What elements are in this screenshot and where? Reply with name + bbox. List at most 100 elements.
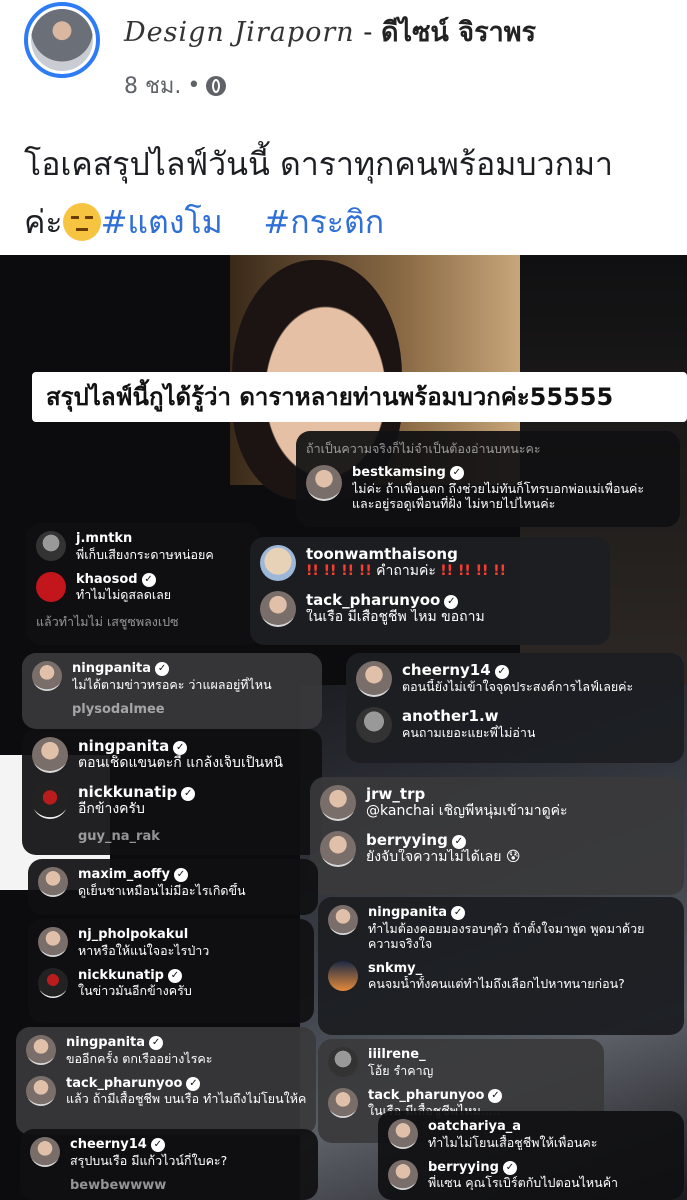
comment-card: ningpanita ✓ ไม่ได้ตามข่าวหรอคะ ว่าแผลอยู่…: [22, 653, 322, 729]
comment-text: ความจริงใจ: [368, 935, 433, 951]
comment-text: และอยู่รอดูเพื่อนที่ฝั่ง ไม่หายไปไหนค่ะ: [352, 495, 556, 511]
commenter-username: j.mntkn: [76, 531, 133, 546]
comment-row: ningpanita ✓ ขออีกครั้ง ตกเรืออย่างไรคะ: [26, 1035, 306, 1066]
comment-text: ในเรือ มีเสื้อชูชีพ ไหม ขอถาม: [306, 609, 485, 625]
comment-text: ไม่ได้ตามข่าวหรอคะ ว่าแผลอยู่ที่ไหน: [72, 676, 272, 692]
verified-icon: ✓: [155, 662, 170, 676]
comment-text: สรุปบนเรือ มีแก้วไวน์กี่ใบคะ?: [70, 1152, 228, 1168]
hashtag-link[interactable]: #แตงโม: [101, 203, 223, 241]
commenter-username: bestkamsing ✓: [352, 465, 644, 481]
comment-row: cheerny14 ✓ ตอนนี้ยังไม่เข้าใจจุดประสงค์กา…: [356, 661, 674, 697]
comment-card: maxim_aoffy ✓ ดูเย็นชาเหมือนไม่มีอะไรเกิดข…: [28, 859, 318, 915]
verified-icon: ✓: [181, 787, 196, 801]
commenter-avatar: [328, 1087, 358, 1118]
comment-card: ningpanita ✓ ตอนเช็ดแขนตะกี้ แกล้งเจ็บเป็น…: [22, 729, 322, 855]
commenter-username: ningpanita ✓: [368, 905, 644, 921]
unamused-face-emoji-icon: [62, 203, 101, 241]
comment-text: ถ้าเป็นความจริงก็ไม่จำเป็นต้องอ่านบทนะคะ: [306, 441, 541, 456]
commenter-username: bewbewwww: [70, 1177, 167, 1193]
comment-text: ในข่าวมันอีกข้างครับ: [78, 983, 192, 999]
commenter-username: tack_pharunyoo ✓: [306, 591, 485, 609]
commenter-username: ningpanita ✓: [78, 737, 283, 755]
post-image[interactable]: สรุปไลฟ์นี้กูได้รู้ว่า ดาราหลายท่านพร้อม…: [0, 255, 687, 1200]
comment-row: maxim_aoffy ✓ ดูเย็นชาเหมือนไม่มีอะไรเกิดข…: [38, 867, 308, 898]
comment-text: ตอนเช็ดแขนตะกี้ แกล้งเจ็บเป็นหนิ: [78, 755, 283, 771]
comment-row: bestkamsing ✓ ไม่ค่ะ ถ้าเพื่อนตก ถึงช่วยไ…: [306, 465, 670, 511]
post-author[interactable]: Design Jiraporn - ดีไซน์ จิราพร: [124, 10, 536, 53]
commenter-avatar: [38, 967, 68, 998]
comment-text: ทำไมไม่ดูสลดเลย: [76, 587, 172, 603]
commenter-avatar: [388, 1119, 418, 1149]
verified-icon: ✓: [149, 1036, 164, 1050]
verified-icon: ✓: [494, 665, 509, 679]
commenter-avatar: [320, 785, 356, 821]
verified-icon: ✓: [173, 741, 188, 755]
comment-row: cheerny14 ✓ สรุปบนเรือ มีแก้วไวน์กี่ใบคะ?: [30, 1137, 308, 1168]
commenter-avatar: [356, 707, 392, 743]
commenter-avatar: [328, 960, 358, 991]
meta-dot: •: [187, 73, 201, 98]
verified-icon: ✓: [150, 1138, 165, 1152]
comment-card: jrw_trp @kanchai เชิญพี่หนุ่มเข้ามาดูค่ะ …: [310, 777, 684, 895]
verified-icon: ✓: [173, 868, 188, 882]
commenter-username: toonwamthaisong: [306, 545, 458, 563]
comment-text: ยังจับใจความไม่ได้เลย 😰: [366, 849, 521, 865]
comment-text: หาหรือให้แน่ใจอะไรป่าว: [78, 942, 210, 958]
globe-icon[interactable]: [206, 75, 227, 96]
comment-row: nj_pholpokakul หาหรือให้แน่ใจอะไรป่าว: [38, 927, 304, 958]
commenter-username: berryying ✓: [366, 831, 521, 849]
commenter-username: cheerny14 ✓: [402, 661, 633, 679]
hashtag-link[interactable]: #กระติก: [263, 203, 384, 241]
commenter-avatar: [26, 1075, 56, 1106]
verified-icon: ✓: [167, 968, 182, 983]
comment-row: tack_pharunyoo ✓ ในเรือ มีเสื้อชูชีพ ไหม ข…: [260, 591, 600, 627]
verified-icon: ✓: [444, 595, 459, 609]
comment-row: jrw_trp @kanchai เชิญพี่หนุ่มเข้ามาดูค่ะ: [320, 785, 674, 821]
comment-row: berryying ✓ พี่แซน คุณโรเบิร์ตกับไปตอนไหนค…: [388, 1159, 674, 1191]
commenter-avatar: [306, 465, 342, 501]
comment-card: ningpanita ✓ ขออีกครั้ง ตกเรืออย่างไรคะ ta…: [16, 1027, 316, 1135]
commenter-username: another1.w: [402, 707, 499, 725]
post-text-line2: ค่ะ #แตงโม #กระติก: [24, 193, 684, 251]
comment-text: ทำไมไม่โยนเสื้อชูชีพให้เพื่อนคะ: [428, 1134, 598, 1150]
commenter-avatar: [328, 1047, 358, 1077]
commenter-username: ningpanita ✓: [66, 1035, 213, 1051]
commenter-username: plysodalmee: [72, 701, 165, 717]
commenter-username: iiilrene_: [368, 1047, 426, 1062]
author-separator: -: [354, 17, 381, 48]
comment-row: tack_pharunyoo ✓ แล้ว ถ้ามีเสื้อชูชีพ บนเร…: [26, 1075, 306, 1106]
comment-text: พี่แซน คุณโรเบิร์ตกับไปตอนไหนค้า: [428, 1175, 619, 1191]
author-name-latin: Design Jiraporn: [124, 17, 355, 48]
comment-row: berryying ✓ ยังจับใจความไม่ได้เลย 😰: [320, 831, 674, 867]
commenter-avatar: [388, 1159, 418, 1190]
commenter-avatar: [36, 531, 66, 561]
comment-text: คนถามเยอะแยะพี่ไม่อ่าน: [402, 725, 536, 740]
comment-text: โอ้ย รำคาญ: [368, 1062, 434, 1078]
comment-row: ningpanita ✓ ตอนเช็ดแขนตะกี้ แกล้งเจ็บเป็น…: [32, 737, 312, 773]
comment-text: พี่เก็บเสียงกระดาษหน่อยค: [76, 546, 214, 562]
commenter-avatar: [260, 591, 296, 627]
commenter-username: snkmy_: [368, 960, 423, 976]
commenter-username: jrw_trp: [366, 785, 426, 803]
commenter-username: khaosod ✓: [76, 572, 171, 588]
comment-text: @kanchai เชิญพี่หนุ่มเข้ามาดูค่ะ: [366, 803, 568, 819]
commenter-avatar: [36, 571, 66, 602]
verified-icon: ✓: [186, 1076, 201, 1091]
comment-row: ningpanita ✓ ไม่ได้ตามข่าวหรอคะ ว่าแผลอยู่…: [32, 661, 312, 692]
comment-card: toonwamthaisong !! !! !! !! คำถามค่ะ !! …: [250, 537, 610, 645]
author-avatar[interactable]: [24, 2, 100, 78]
comment-row: nickkunatip ✓ อีกข้างครับ: [32, 783, 312, 819]
comment-row: iiilrene_ โอ้ย รำคาญ: [328, 1047, 594, 1078]
post-time[interactable]: 8 ชม.: [124, 68, 181, 103]
post-meta: 8 ชม. •: [124, 68, 227, 103]
comment-text: ดูเย็นชาเหมือนไม่มีอะไรเกิดขึ้น: [78, 882, 246, 898]
commenter-avatar: [38, 867, 68, 897]
commenter-username: cheerny14 ✓: [70, 1137, 227, 1153]
comment-text: คนจมน้ำทั้งคนแต่ทำไมถึงเลือกไปหาทนายก่อน…: [368, 976, 625, 992]
commenter-username: maxim_aoffy ✓: [78, 867, 246, 883]
comment-card: j.mntkn พี่เก็บเสียงกระดาษหน่อยค khaosod ✓…: [26, 523, 260, 645]
comment-row: khaosod ✓ ทำไมไม่ดูสลดเลย: [36, 571, 250, 603]
commenter-username: berryying ✓: [428, 1160, 618, 1176]
commenter-username: ningpanita ✓: [72, 661, 272, 677]
comment-card: cheerny14 ✓ สรุปบนเรือ มีแก้วไวน์กี่ใบคะ? …: [20, 1129, 318, 1200]
